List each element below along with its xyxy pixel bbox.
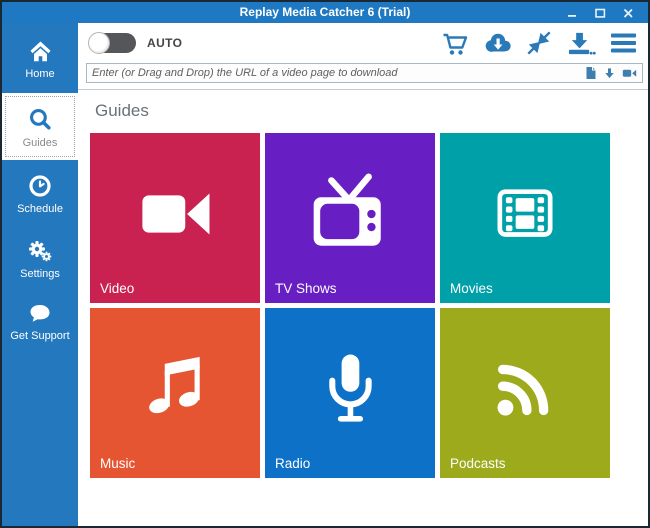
sidebar-item-label: Get Support	[10, 330, 70, 342]
microphone-icon	[329, 354, 372, 422]
auto-toggle[interactable]	[88, 32, 136, 54]
tile-label: Podcasts	[450, 456, 506, 471]
tile-label: Movies	[450, 281, 493, 296]
titlebar: Replay Media Catcher 6 (Trial)	[2, 2, 648, 23]
tile-label: Video	[100, 281, 135, 296]
film-strip-icon	[497, 189, 553, 237]
speech-bubble-icon	[30, 305, 50, 322]
gears-icon	[28, 241, 51, 262]
app-window: Replay Media Catcher 6 (Trial) Home Guid…	[0, 0, 650, 528]
home-icon	[30, 41, 50, 62]
down-arrow-icon	[605, 68, 614, 79]
sidebar-item-guides[interactable]: Guides	[2, 93, 78, 160]
sidebar-item-label: Schedule	[17, 203, 63, 215]
tile-radio[interactable]: Radio	[265, 308, 435, 478]
url-bar-icons	[584, 66, 637, 80]
sidebar-item-label: Home	[25, 68, 55, 80]
video-camera-icon	[142, 193, 210, 235]
download-url-button[interactable]	[603, 66, 616, 80]
music-note-icon	[149, 356, 200, 414]
toggle-knob	[88, 32, 110, 54]
window-title: Replay Media Catcher 6 (Trial)	[239, 5, 411, 19]
tile-tv-shows[interactable]: TV Shows	[265, 133, 435, 303]
tile-label: Radio	[275, 456, 311, 471]
record-video-button[interactable]	[622, 66, 637, 80]
sidebar-item-label: Guides	[22, 137, 58, 149]
paste-icon	[586, 67, 596, 79]
maximize-button[interactable]	[586, 2, 614, 23]
main-area: AUTO Enter (or Drag and Drop) the URL of…	[78, 23, 648, 526]
rss-icon	[497, 364, 549, 416]
paste-button[interactable]	[584, 66, 597, 80]
search-icon	[29, 109, 51, 130]
auto-label: AUTO	[147, 36, 183, 50]
sidebar-item-get-support[interactable]: Get Support	[2, 295, 78, 348]
tile-label: Music	[100, 456, 136, 471]
tile-movies[interactable]: Movies	[440, 133, 610, 303]
sidebar-item-settings[interactable]: Settings	[2, 230, 78, 286]
download-button[interactable]	[565, 30, 596, 57]
guides-tile-grid: Video TV Shows Movies Music Radio Podcas…	[90, 133, 610, 478]
clock-icon	[29, 175, 51, 197]
cloud-download-button[interactable]	[482, 30, 513, 56]
sidebar-item-schedule[interactable]: Schedule	[2, 166, 78, 221]
hamburger-menu-icon	[611, 33, 636, 53]
url-bar	[86, 63, 643, 83]
window-controls	[558, 2, 642, 23]
minimize-icon	[568, 14, 576, 17]
download-tray-icon	[568, 32, 596, 55]
tile-music[interactable]: Music	[90, 308, 260, 478]
tile-label: TV Shows	[275, 281, 337, 296]
maximize-icon	[595, 8, 606, 18]
compact-view-button[interactable]	[526, 30, 552, 56]
minimize-button[interactable]	[558, 2, 586, 23]
sidebar-item-home[interactable]: Home	[2, 32, 78, 86]
cloud-download-icon	[485, 33, 511, 52]
tv-icon	[313, 173, 381, 246]
page-title: Guides	[95, 101, 149, 120]
sidebar: Home Guides Schedule Settings Get Suppor…	[2, 23, 78, 526]
toolbar-icons	[441, 30, 638, 57]
shrink-arrows-icon	[527, 31, 551, 55]
shopping-cart-icon	[443, 33, 468, 55]
tile-podcasts[interactable]: Podcasts	[440, 308, 610, 478]
close-icon	[624, 8, 633, 17]
toolbar: AUTO	[78, 23, 648, 63]
camcorder-icon	[622, 69, 637, 77]
sidebar-item-label: Settings	[20, 268, 60, 280]
url-input[interactable]	[92, 67, 584, 79]
menu-button[interactable]	[609, 30, 638, 56]
shop-button[interactable]	[441, 30, 469, 57]
tile-video[interactable]: Video	[90, 133, 260, 303]
close-button[interactable]	[614, 2, 642, 23]
guides-page: Guides Video TV Shows Movies Music Radio…	[78, 90, 648, 526]
